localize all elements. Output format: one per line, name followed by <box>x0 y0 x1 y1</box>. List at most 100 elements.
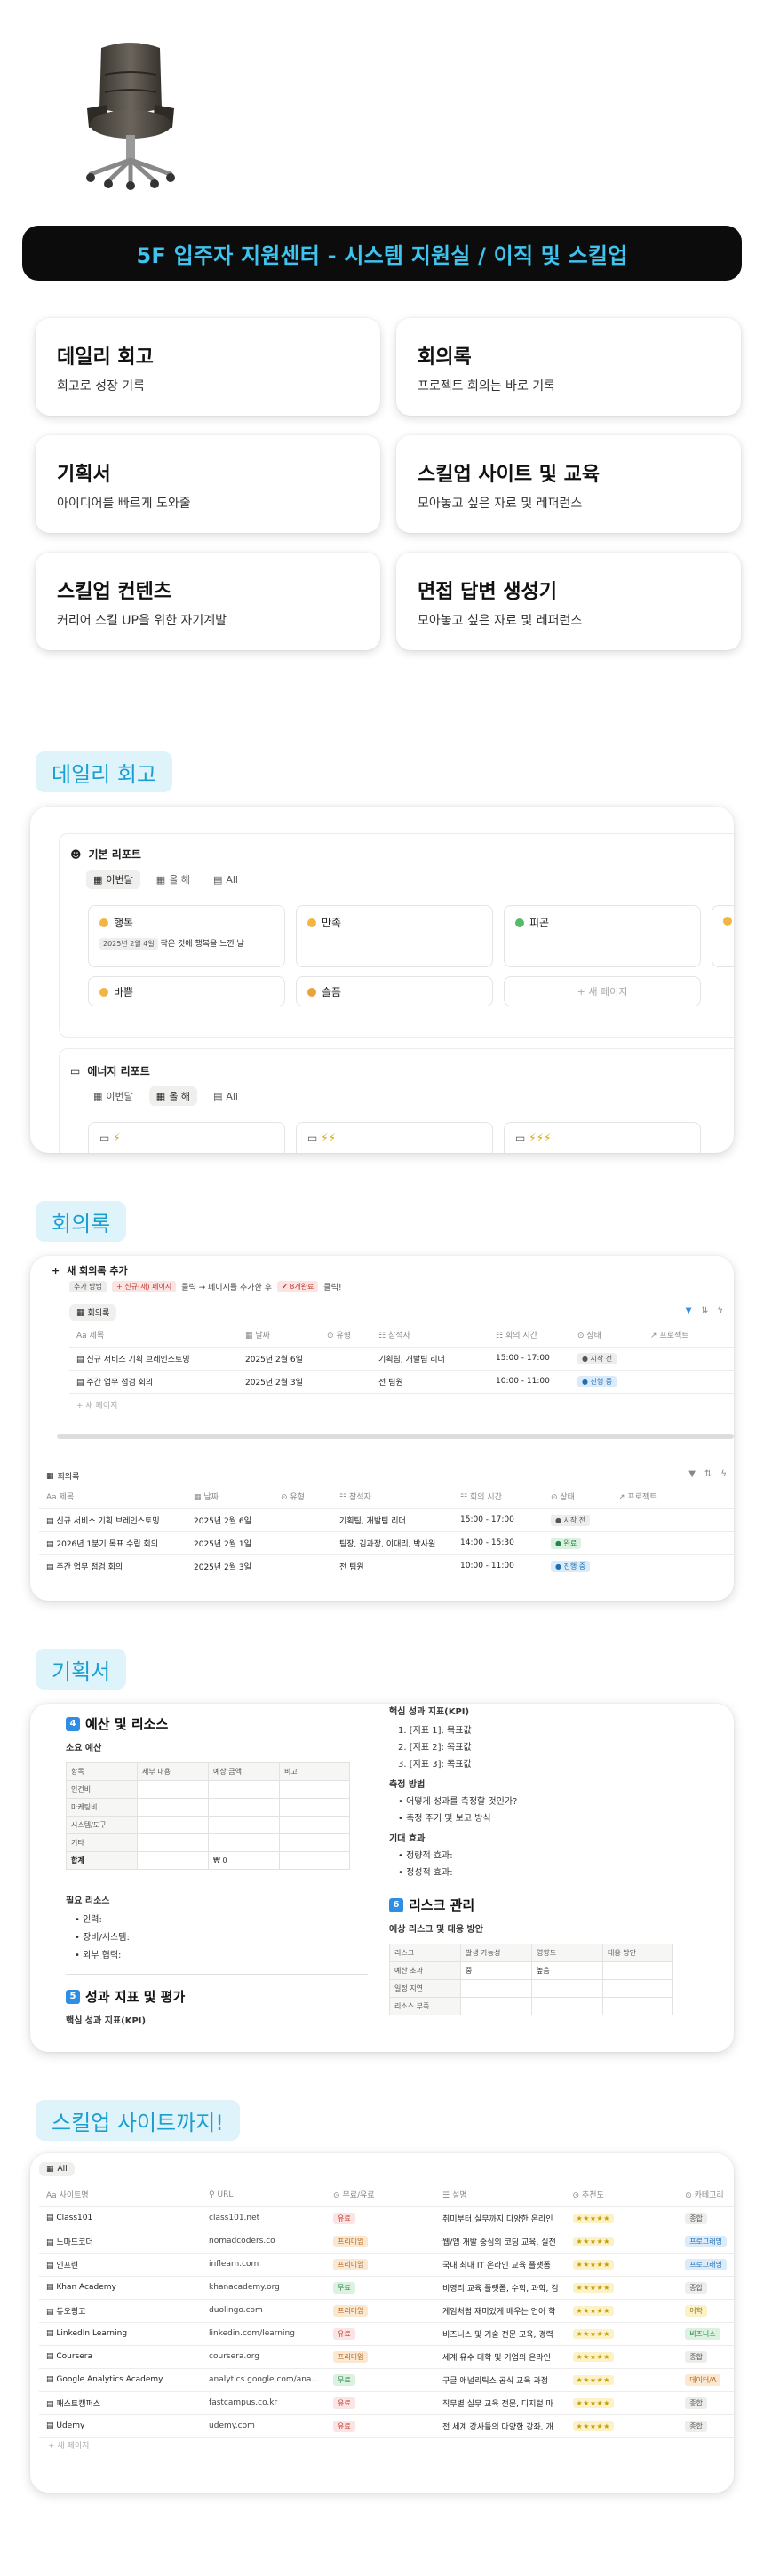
mood-dot <box>307 988 316 997</box>
site-url[interactable]: udemy.com <box>209 2421 255 2430</box>
table-row[interactable]: ▤ 듀오링고 duolingo.com 프리미엄 게임처럼 재미있게 배우는 언어 학… <box>39 2299 734 2323</box>
mood-card-happy[interactable]: 행복 2025년 2월 4일 작은 것에 행복을 느낀 날 <box>88 905 285 967</box>
budget-cell[interactable] <box>208 1816 280 1834</box>
card-skill-contents[interactable]: 스킬업 컨텐츠 커리어 스킬 UP을 위한 자기계발 <box>36 553 380 650</box>
budget-cell[interactable] <box>137 1851 209 1870</box>
mood-card-sad[interactable]: 슬픔 <box>296 976 493 1006</box>
site-url[interactable]: analytics.google.com/ana... <box>209 2375 319 2384</box>
risk-prob[interactable] <box>460 1979 532 1998</box>
risk-impact[interactable]: 높음 <box>531 1961 603 1980</box>
budget-cell[interactable] <box>137 1816 209 1834</box>
table-row[interactable]: ▤ Google Analytics Academy analytics.goog… <box>39 2368 734 2392</box>
new-row-button[interactable]: + 새 페이지 <box>69 1393 734 1416</box>
budget-cell[interactable] <box>279 1851 350 1870</box>
tab-all[interactable]: ▤ All <box>206 1088 245 1105</box>
tab-this-year[interactable]: ▦ 올 해 <box>148 1086 197 1106</box>
office-chair-image <box>86 43 175 190</box>
table-row[interactable]: ▤ Khan Academy khanacademy.org 무료 비영리 교육 플랫… <box>39 2276 734 2300</box>
mood-label: 슬픔 <box>322 986 342 998</box>
site-url[interactable]: fastcampus.co.kr <box>209 2398 277 2407</box>
page-icon: ▤ <box>46 2421 57 2430</box>
risk-impact[interactable] <box>531 1997 603 2015</box>
card-title: 기획서 <box>57 464 111 486</box>
budget-cell[interactable] <box>279 1780 350 1799</box>
section-label-daily: 데일리 회고 <box>36 751 173 792</box>
lightning-icon[interactable]: ϟ <box>717 1306 723 1316</box>
category-badge: 프로그래밍 <box>685 2258 727 2270</box>
filter-icon[interactable]: ▼ <box>685 1306 692 1316</box>
row-people: 전 팀원 <box>371 1370 489 1394</box>
budget-total-label: 합계 <box>66 1851 138 1870</box>
add-minutes-title: 새 회의록 추가 <box>67 1265 128 1276</box>
table-row[interactable]: ▤ 2026년 1분기 목표 수립 회의 2025년 2월 1일 팀장, 김과장… <box>39 1531 734 1555</box>
new-row-button[interactable]: + 새 페이지 <box>48 2439 89 2451</box>
risk-plan[interactable] <box>602 1961 673 1980</box>
risk-plan[interactable] <box>602 1979 673 1998</box>
new-page-button[interactable]: + 새 페이지 <box>504 976 701 1006</box>
risk-plan[interactable] <box>602 1997 673 2015</box>
site-url[interactable]: class101.net <box>209 2214 259 2222</box>
energy-card-2[interactable]: ▭ ⚡⚡ <box>296 1122 493 1153</box>
card-interview-generator[interactable]: 면접 답변 생성기 모아놓고 싶은 자료 및 레퍼런스 <box>396 553 741 650</box>
card-skill-sites[interactable]: 스킬업 사이트 및 교육 모아놓고 싶은 자료 및 레퍼런스 <box>396 435 741 533</box>
tab-this-month[interactable]: ▦ 이번달 <box>86 1086 140 1106</box>
card-daily-retro[interactable]: 데일리 회고 회고로 성장 기록 <box>36 318 380 416</box>
tab-all[interactable]: ▤ All <box>206 871 245 888</box>
table-row[interactable]: ▤ 노마드코더 nomadcoders.co 프리미엄 웹/앱 개발 중심의 코딩 교… <box>39 2230 734 2254</box>
plus-icon[interactable]: + <box>52 1265 60 1276</box>
view-tab-minutes[interactable]: ▦ 회의록 <box>69 1304 117 1321</box>
col-time: ☷ 회의 시간 <box>453 1485 544 1509</box>
budget-cell[interactable] <box>137 1798 209 1817</box>
mood-card-satisfied[interactable]: 만족 <box>296 905 493 967</box>
budget-cell[interactable] <box>137 1833 209 1852</box>
table-row[interactable]: ▤ 패스트캠퍼스 fastcampus.co.kr 유료 직무별 실무 교육 전문, … <box>39 2391 734 2415</box>
view-tab-minutes-bottom[interactable]: ▦ 회의록 <box>39 1467 86 1484</box>
table-row[interactable]: ▤ LinkedIn Learning linkedin.com/learning… <box>39 2322 734 2346</box>
minutes-panel: + 새 회의록 추가 추가 방법 + 신규(새) 페이지 클릭 → 페이지를 추… <box>30 1256 734 1601</box>
filter-icon[interactable]: ▼ <box>688 1469 696 1479</box>
mood-card-tired[interactable]: 피곤 <box>504 905 701 967</box>
page-icon: ▤ <box>76 1355 87 1364</box>
tab-this-month[interactable]: ▦ 이번달 <box>86 870 140 889</box>
budget-cell[interactable] <box>208 1798 280 1817</box>
risk-prob[interactable]: 중 <box>460 1961 532 1980</box>
card-plan[interactable]: 기획서 아이디어를 빠르게 도와줄 <box>36 435 380 533</box>
view-tab-all[interactable]: ▦ All <box>39 2162 75 2176</box>
kpi-section-title: 성과 지표 및 평가 <box>85 1989 186 2005</box>
energy-card-1[interactable]: ▭ ⚡ <box>88 1122 285 1153</box>
risk-prob[interactable] <box>460 1997 532 2015</box>
mood-card-busy[interactable]: 바쁨 <box>88 976 285 1006</box>
sort-icon[interactable]: ⇅ <box>704 1469 712 1479</box>
table-row[interactable]: ▤ 주간 업무 점검 회의 2025년 2월 3일 전 팀원 10:00 - 1… <box>39 1554 734 1578</box>
site-url[interactable]: inflearn.com <box>209 2260 259 2269</box>
budget-cell[interactable] <box>137 1780 209 1799</box>
risk-col: 리스크 <box>389 1944 461 1962</box>
horizontal-scrollbar[interactable] <box>57 1434 734 1439</box>
sort-icon[interactable]: ⇅ <box>701 1306 708 1316</box>
budget-cell[interactable] <box>208 1833 280 1852</box>
tab-label: All <box>226 1090 238 1102</box>
table-row[interactable]: ▤ 신규 서비스 기획 브레인스토밍 2025년 2월 6일 기획팀, 개발팀 … <box>69 1347 734 1371</box>
budget-cell[interactable] <box>208 1780 280 1799</box>
tab-this-year[interactable]: ▦ 올 해 <box>149 870 197 889</box>
site-url[interactable]: nomadcoders.co <box>209 2237 275 2246</box>
table-row[interactable]: ▤ Udemy udemy.com 유료 전 세계 강사들의 다양한 강좌, 개 ★★★… <box>39 2414 734 2438</box>
energy-card-3[interactable]: ▭ ⚡⚡⚡ <box>504 1122 701 1153</box>
risk-impact[interactable] <box>531 1979 603 1998</box>
site-url[interactable]: coursera.org <box>209 2352 259 2361</box>
table-row[interactable]: ▤ 신규 서비스 기획 브레인스토밍 2025년 2월 6일 기획팀, 개발팀 … <box>39 1508 734 1532</box>
budget-cell[interactable] <box>279 1816 350 1834</box>
table-row[interactable]: ▤ Class101 class101.net 유료 취미부터 실무까지 다양한 온라… <box>39 2206 734 2230</box>
table-row[interactable]: ▤ Coursera coursera.org 프리미엄 세계 유수 대학 및 기업의… <box>39 2345 734 2369</box>
site-url[interactable]: duolingo.com <box>209 2306 263 2315</box>
card-meeting-minutes[interactable]: 회의록 프로젝트 회의는 바로 기록 <box>396 318 741 416</box>
site-url[interactable]: khanacademy.org <box>209 2283 280 2292</box>
table-row[interactable]: ▤ 주간 업무 점검 회의 2025년 2월 3일 전 팀원 10:00 - 1… <box>69 1370 734 1394</box>
energy-level: ⚡ <box>113 1132 121 1144</box>
site-url[interactable]: linkedin.com/learning <box>209 2329 295 2338</box>
budget-cell[interactable] <box>279 1798 350 1817</box>
mood-card-more[interactable] <box>712 905 734 967</box>
table-row[interactable]: ▤ 인프런 inflearn.com 프리미엄 국내 최대 IT 온라인 교육 플랫폼… <box>39 2253 734 2277</box>
lightning-icon[interactable]: ϟ <box>720 1469 727 1479</box>
budget-cell[interactable] <box>279 1833 350 1852</box>
